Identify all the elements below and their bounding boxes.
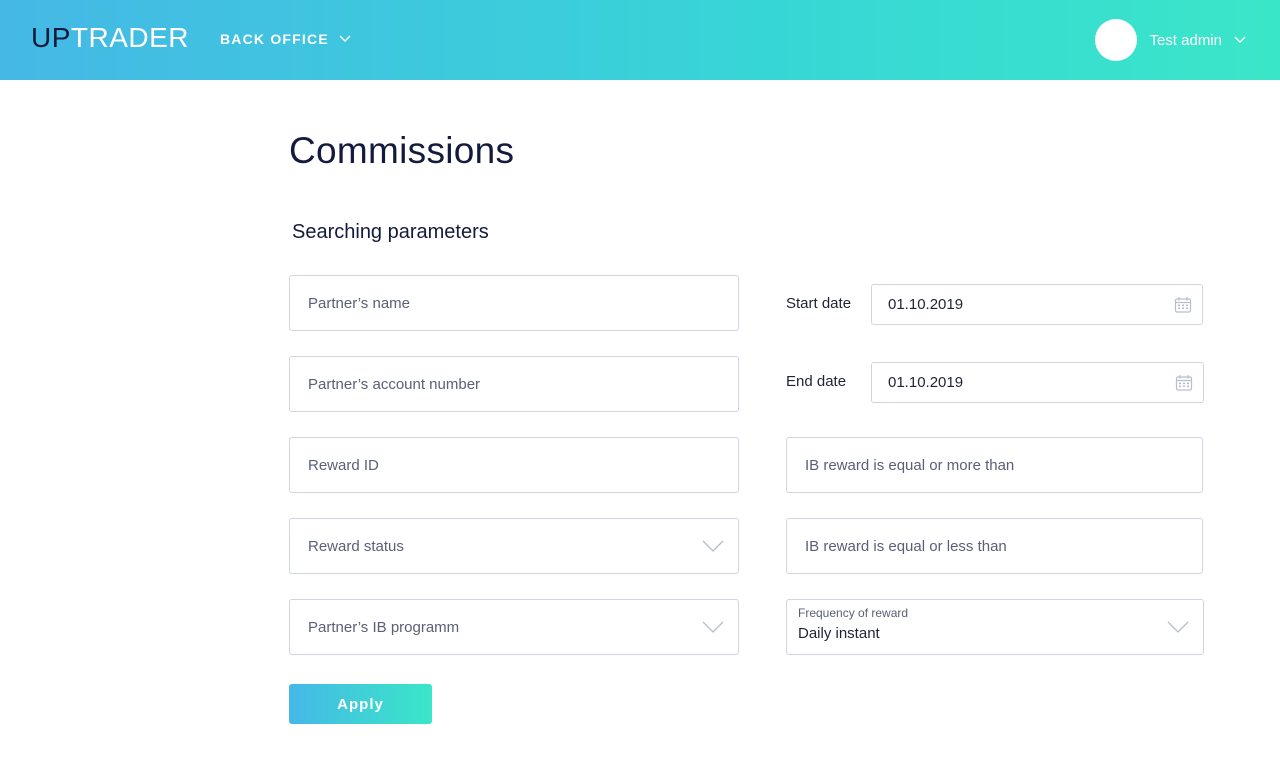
ib-programm-select[interactable]: Partner’s IB programm xyxy=(289,599,739,655)
uptrader-logo[interactable]: UPTRADER xyxy=(31,22,189,54)
frequency-caption: Frequency of reward xyxy=(798,606,909,620)
section-title: Searching parameters xyxy=(292,221,489,243)
reward-id-field xyxy=(289,437,739,493)
back-office-menu[interactable]: BACK OFFICE xyxy=(220,31,351,47)
partner-account-input[interactable] xyxy=(290,357,738,411)
chevron-down-icon xyxy=(1234,36,1246,43)
end-date-input[interactable] xyxy=(872,363,1203,402)
page-title: Commissions xyxy=(289,130,515,171)
frequency-value: Daily instant xyxy=(798,625,880,642)
calendar-icon[interactable] xyxy=(1174,296,1192,314)
end-date-field xyxy=(871,362,1204,403)
start-date-input[interactable] xyxy=(872,285,1202,324)
logo-trader-text: TRADER xyxy=(70,22,190,53)
chevron-down-icon xyxy=(702,621,724,633)
frequency-of-reward-select[interactable]: Frequency of reward Daily instant xyxy=(786,599,1204,655)
apply-button[interactable]: Apply xyxy=(289,684,432,724)
partner-name-input[interactable] xyxy=(290,276,738,330)
calendar-icon[interactable] xyxy=(1175,374,1193,392)
ib-reward-max-input[interactable] xyxy=(787,519,1202,573)
top-header: UPTRADER BACK OFFICE Test admin xyxy=(0,0,1280,80)
back-office-label: BACK OFFICE xyxy=(220,31,329,47)
ib-reward-min-field xyxy=(786,437,1203,493)
user-name: Test admin xyxy=(1149,31,1222,49)
ib-reward-max-field xyxy=(786,518,1203,574)
reward-status-label: Reward status xyxy=(308,537,404,555)
end-date-label: End date xyxy=(786,373,847,390)
start-date-label: Start date xyxy=(786,295,852,312)
avatar[interactable] xyxy=(1095,19,1138,61)
chevron-down-icon xyxy=(1167,621,1189,633)
logo-up-text: UP xyxy=(31,22,71,53)
reward-status-select[interactable]: Reward status xyxy=(289,518,739,574)
ib-programm-label: Partner’s IB programm xyxy=(308,618,460,636)
start-date-field xyxy=(871,284,1203,325)
ib-reward-min-input[interactable] xyxy=(787,438,1202,492)
chevron-down-icon xyxy=(702,540,724,552)
partner-name-field xyxy=(289,275,739,331)
chevron-down-icon xyxy=(339,35,351,42)
partner-account-field xyxy=(289,356,739,412)
user-menu[interactable]: Test admin xyxy=(1095,19,1246,61)
reward-id-input[interactable] xyxy=(290,438,738,492)
